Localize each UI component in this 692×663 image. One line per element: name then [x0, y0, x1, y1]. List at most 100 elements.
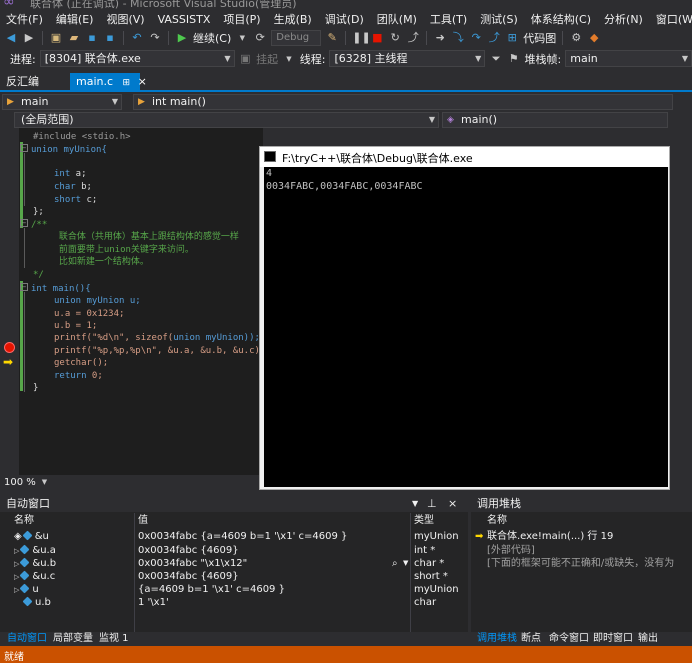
- table-row[interactable]: ◈ &u 0x0034fabc {a=4609 b=1 '\x1' c=4609 …: [0, 530, 468, 543]
- break-all-icon[interactable]: ❚❚: [352, 31, 370, 45]
- forward-icon[interactable]: ▶: [22, 31, 36, 45]
- close-icon[interactable]: ×: [138, 75, 147, 88]
- menu-architecture[interactable]: 体系结构(C): [531, 11, 591, 27]
- table-row[interactable]: ▷ &u.a 0x0034fabc {4609} int *: [0, 544, 468, 557]
- continue-button[interactable]: 继续(C): [193, 30, 231, 46]
- tab-call-stack[interactable]: 调用堆栈: [474, 632, 520, 646]
- menu-window[interactable]: 窗口(W): [656, 11, 692, 27]
- step-out-icon[interactable]: ⤴: [487, 31, 501, 45]
- menu-file[interactable]: 文件(F): [6, 11, 43, 27]
- flag-icon[interactable]: ⚑: [507, 52, 521, 66]
- tab-command-window[interactable]: 命令窗口: [546, 632, 592, 646]
- call-stack-row[interactable]: [下面的框架可能不正确和/或缺失，没有为: [471, 557, 692, 570]
- row-type: myUnion: [414, 531, 459, 542]
- expand-icon[interactable]: ▷: [14, 547, 19, 555]
- console-output[interactable]: 4 0034FABC,0034FABC,0034FABC: [264, 167, 668, 487]
- filter-icon[interactable]: ⏷: [489, 52, 503, 66]
- redo-icon[interactable]: ↷: [148, 31, 162, 45]
- column-type[interactable]: 类型: [414, 513, 434, 528]
- step-into-icon[interactable]: ⤵: [451, 31, 465, 45]
- row-value: {a=4609 b=1 '\x1' c=4609 }: [138, 584, 285, 595]
- menu-project[interactable]: 项目(P): [223, 11, 260, 27]
- menu-debug[interactable]: 调试(D): [325, 11, 364, 27]
- step-over-icon[interactable]: ↷: [469, 31, 483, 45]
- lifecycle-events-icon[interactable]: ▣: [239, 52, 253, 66]
- menu-analyze[interactable]: 分析(N): [604, 11, 643, 27]
- new-project-icon[interactable]: ▣: [49, 31, 63, 45]
- tab-watch-1[interactable]: 监视 1: [96, 632, 132, 646]
- stop-debugging-icon[interactable]: ■: [370, 31, 384, 45]
- settings-icon[interactable]: ⚙: [569, 31, 583, 45]
- tab-locals[interactable]: 局部变量: [50, 632, 96, 646]
- breakpoint-icon[interactable]: [4, 342, 15, 353]
- code-editor[interactable]: − − − #include <stdio.h> union myUnion{ …: [0, 128, 263, 475]
- code-text: myUnion u;: [81, 296, 141, 306]
- table-row[interactable]: ▷ &u.c 0x0034fabc {4609} short *: [0, 570, 468, 583]
- menu-test[interactable]: 测试(S): [480, 11, 518, 27]
- restart-icon[interactable]: ↻: [388, 31, 402, 45]
- call-stack-column-headers: 名称: [471, 513, 692, 528]
- show-next-statement-icon[interactable]: ➜: [433, 31, 447, 45]
- tab-output[interactable]: 输出: [635, 632, 661, 646]
- console-window[interactable]: F:\tryC++\联合体\Debug\联合体.exe 4 0034FABC,0…: [259, 146, 670, 490]
- tab-main-c[interactable]: main.c ⊞ ×: [70, 73, 147, 90]
- column-value[interactable]: 值: [138, 513, 148, 528]
- code-line: int main(){: [31, 283, 91, 295]
- menu-view[interactable]: 视图(V): [106, 11, 144, 27]
- menu-tools[interactable]: 工具(T): [430, 11, 467, 27]
- tab-autos[interactable]: 自动窗口: [4, 632, 50, 646]
- refresh-icon[interactable]: ⟳: [253, 31, 267, 45]
- code-map-icon[interactable]: ⊞: [505, 31, 519, 45]
- chevron-down-icon[interactable]: ▼: [235, 31, 249, 45]
- scope-select[interactable]: ▶ main ▼: [2, 94, 122, 110]
- table-row[interactable]: ▷ &u.b 0x0034fabc "\x1\x12" ⌕ ▼ char *: [0, 557, 468, 570]
- call-stack-row[interactable]: ➡ 联合体.exe!main(...) 行 19: [471, 530, 692, 543]
- tab-breakpoints[interactable]: 断点: [518, 632, 544, 646]
- chevron-down-icon[interactable]: ▼: [412, 495, 418, 512]
- expand-icon[interactable]: ▷: [14, 560, 19, 568]
- undo-icon[interactable]: ↶: [130, 31, 144, 45]
- find-icon[interactable]: ✎: [325, 31, 339, 45]
- menu-vassistx[interactable]: VASSISTX: [158, 13, 211, 26]
- extension-icon[interactable]: ◆: [587, 31, 601, 45]
- thread-select[interactable]: [6328] 主线程 ▼: [329, 50, 486, 67]
- save-all-icon[interactable]: ▪: [103, 31, 117, 45]
- call-stack-row[interactable]: [外部代码]: [471, 544, 692, 557]
- tab-immediate-window[interactable]: 即时窗口: [590, 632, 636, 646]
- global-scope-select[interactable]: (全局范围) ▼: [14, 112, 439, 128]
- step-icon[interactable]: ⤴: [406, 31, 420, 45]
- save-icon[interactable]: ▪: [85, 31, 99, 45]
- zoom-level[interactable]: 100 %: [4, 477, 36, 488]
- pin-icon[interactable]: ⊞: [123, 78, 131, 88]
- column-name[interactable]: 名称: [487, 513, 507, 528]
- code-map-button[interactable]: 代码图: [523, 30, 556, 46]
- continue-icon[interactable]: ▶: [175, 31, 189, 45]
- console-title-bar[interactable]: F:\tryC++\联合体\Debug\联合体.exe: [260, 147, 669, 167]
- tab-disassembly[interactable]: 反汇编: [0, 73, 45, 90]
- process-select[interactable]: [8304] 联合体.exe ▼: [39, 50, 235, 67]
- column-name[interactable]: 名称: [14, 513, 34, 528]
- function-select[interactable]: ◈ main(): [442, 112, 668, 128]
- menu-build[interactable]: 生成(B): [274, 11, 312, 27]
- chevron-down-icon[interactable]: ▼: [403, 557, 411, 570]
- stack-frame-value: main: [570, 52, 598, 65]
- menu-team[interactable]: 团队(M): [377, 11, 417, 27]
- editor-gutter[interactable]: [0, 128, 19, 475]
- member-select[interactable]: ▶ int main(): [133, 94, 673, 110]
- expand-icon[interactable]: ▷: [14, 586, 19, 594]
- fold-toggle[interactable]: −: [20, 144, 28, 152]
- fold-toggle[interactable]: −: [20, 283, 28, 291]
- table-row[interactable]: ▷ u {a=4609 b=1 '\x1' c=4609 } myUnion: [0, 583, 468, 596]
- pin-icon[interactable]: ⊥: [427, 495, 437, 512]
- open-file-icon[interactable]: ▰: [67, 31, 81, 45]
- back-icon[interactable]: ◀: [4, 31, 18, 45]
- expand-icon[interactable]: ▷: [14, 573, 19, 581]
- configuration-select[interactable]: Debug: [271, 30, 322, 46]
- stack-frame-select[interactable]: main ▼: [565, 50, 692, 67]
- chevron-down-icon[interactable]: ▼: [42, 478, 47, 486]
- menu-edit[interactable]: 编辑(E): [56, 11, 94, 27]
- close-icon[interactable]: ×: [448, 495, 457, 512]
- fold-toggle[interactable]: −: [20, 219, 28, 227]
- chevron-down-icon[interactable]: ▼: [282, 52, 296, 66]
- table-row[interactable]: u.b 1 '\x1' char: [0, 596, 468, 609]
